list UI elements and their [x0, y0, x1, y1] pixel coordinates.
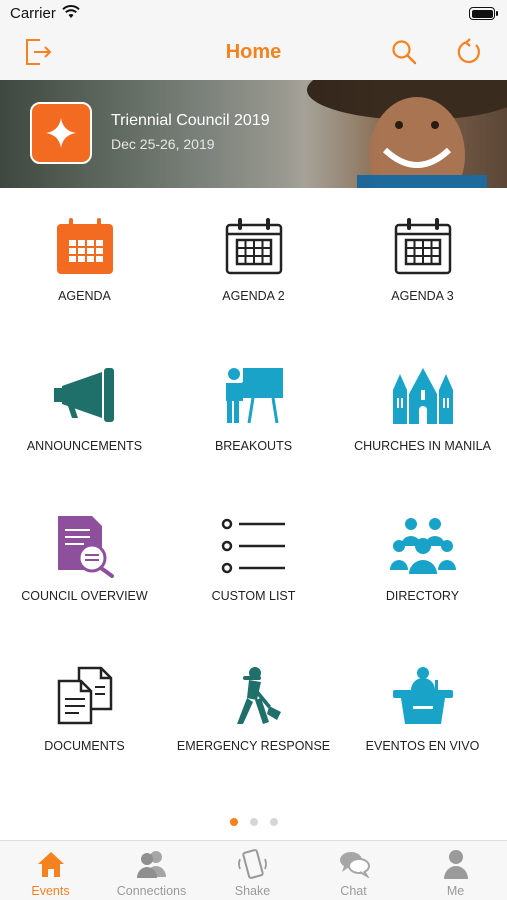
tab-events[interactable]: Events: [0, 841, 101, 900]
shake-phone-icon: [202, 849, 303, 879]
tile-agenda-3[interactable]: AGENDA 3: [338, 188, 507, 338]
group-icon: [338, 514, 507, 578]
battery-icon: [469, 7, 498, 20]
page-indicator[interactable]: [0, 818, 507, 826]
tile-label: AGENDA: [58, 289, 111, 303]
tile-label: BREAKOUTS: [214, 439, 293, 453]
nav-bar: Home: [0, 28, 507, 80]
tile-documents[interactable]: DOCUMENTS: [0, 638, 169, 788]
documents-icon: [0, 664, 169, 728]
house-icon: [0, 849, 101, 879]
tab-label: Connections: [116, 884, 187, 898]
event-title: Triennial Council 2019: [111, 112, 270, 129]
tile-label: AGENDA 2: [222, 289, 285, 303]
tile-label: COUNCIL OVERVIEW: [21, 589, 148, 603]
search-icon: [390, 38, 418, 71]
tile-custom-list[interactable]: CUSTOM LIST: [169, 488, 338, 638]
list-icon: [169, 514, 338, 578]
tab-me[interactable]: Me: [404, 841, 507, 900]
tile-agenda-2[interactable]: AGENDA 2: [169, 188, 338, 338]
megaphone-icon: [0, 364, 169, 428]
chat-bubbles-icon: [303, 849, 404, 879]
page-title: Home: [225, 41, 282, 63]
tile-label: DOCUMENTS: [44, 739, 125, 753]
tile-agenda[interactable]: AGENDA: [0, 188, 169, 338]
tab-label: Chat: [340, 884, 367, 898]
status-bar: Carrier: [0, 0, 507, 28]
search-button[interactable]: [386, 36, 422, 72]
tile-label: ANNOUNCEMENTS: [26, 439, 143, 453]
event-date: Dec 25-26, 2019: [111, 136, 215, 152]
cathedral-icon: [338, 364, 507, 428]
tile-emergency-response[interactable]: EMERGENCY RESPONSE: [169, 638, 338, 788]
calendar-icon: [338, 214, 507, 278]
carrier-label: Carrier: [10, 5, 56, 22]
tab-label: Events: [31, 884, 70, 898]
tab-connections[interactable]: Connections: [101, 841, 202, 900]
tab-label: Me: [446, 884, 465, 898]
tile-churches-in-manila[interactable]: CHURCHES IN MANILA: [338, 338, 507, 488]
tile-breakouts[interactable]: BREAKOUTS: [169, 338, 338, 488]
page-dot[interactable]: [269, 818, 278, 826]
tile-label: EVENTOS EN VIVO: [365, 739, 480, 753]
event-banner[interactable]: Triennial Council 2019 Dec 25-26, 2019: [0, 80, 507, 188]
refresh-icon: [455, 37, 483, 71]
page-dot[interactable]: [249, 818, 258, 826]
people-icon: [101, 849, 202, 879]
calendar-icon: [169, 214, 338, 278]
document-search-icon: [0, 514, 169, 578]
tile-label: DIRECTORY: [385, 589, 460, 603]
tab-chat[interactable]: Chat: [303, 841, 404, 900]
page-dot-active[interactable]: [229, 818, 238, 826]
refresh-button[interactable]: [451, 36, 487, 72]
tile-label: CHURCHES IN MANILA: [354, 439, 491, 453]
tile-label: EMERGENCY RESPONSE: [176, 739, 331, 753]
sparkle-icon: [46, 118, 76, 148]
tile-directory[interactable]: DIRECTORY: [338, 488, 507, 638]
tab-shake[interactable]: Shake: [202, 841, 303, 900]
tile-label: AGENDA 3: [391, 289, 454, 303]
event-logo: [30, 102, 92, 164]
calendar-icon: [0, 214, 169, 278]
person-icon: [404, 849, 507, 879]
tile-council-overview[interactable]: COUNCIL OVERVIEW: [0, 488, 169, 638]
tab-label: Shake: [234, 884, 271, 898]
presenter-board-icon: [169, 364, 338, 428]
tile-label: CUSTOM LIST: [211, 589, 296, 603]
wifi-icon: [62, 5, 80, 24]
tab-bar: Events Connections Shake Chat Me: [0, 840, 507, 900]
worker-shovel-icon: [169, 664, 338, 728]
tile-announcements[interactable]: ANNOUNCEMENTS: [0, 338, 169, 488]
tile-eventos-en-vivo[interactable]: EVENTOS EN VIVO: [338, 638, 507, 788]
podium-icon: [338, 664, 507, 728]
